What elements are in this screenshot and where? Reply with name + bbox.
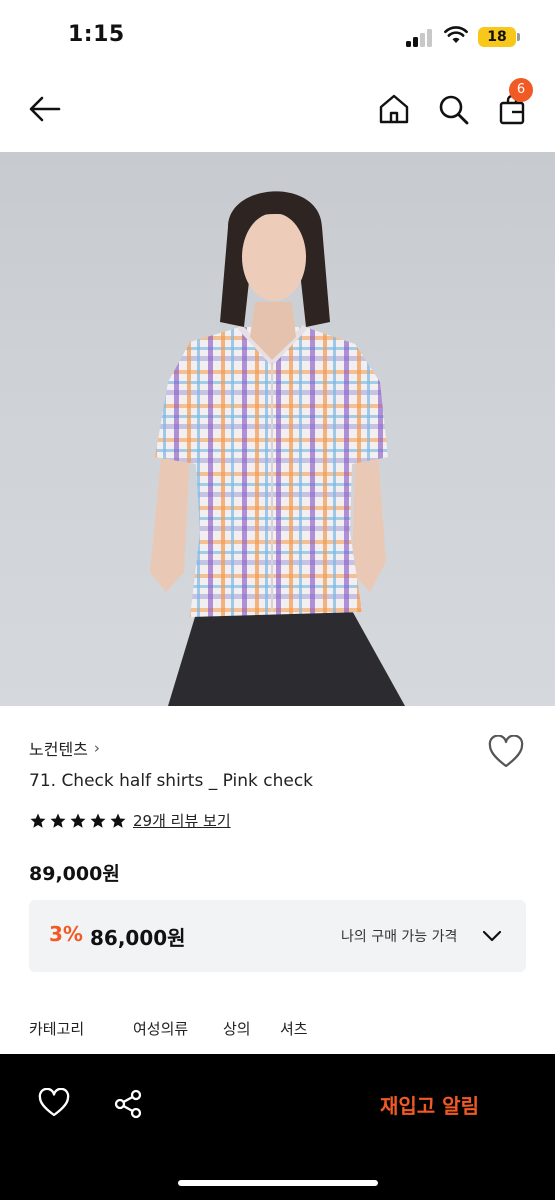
- star-icon: [70, 813, 86, 828]
- cart-count-badge: 6: [509, 78, 533, 102]
- product-image[interactable]: [0, 152, 555, 706]
- bottom-action-bar: 재입고 알림: [0, 1054, 555, 1200]
- purchase-price-label: 나의 구매 가능 가격: [341, 929, 458, 945]
- cellular-signal-icon: [406, 29, 434, 47]
- discount-rate: 3%: [49, 922, 83, 946]
- status-bar: 1:15 18: [0, 0, 555, 72]
- category-item[interactable]: 상의: [223, 1018, 251, 1039]
- brand-link[interactable]: 노컨텐츠 ›: [29, 736, 100, 760]
- purchase-price: 86,000원: [90, 926, 186, 950]
- top-nav: [0, 72, 555, 152]
- wifi-icon: [444, 26, 468, 43]
- battery-level: 18: [478, 27, 516, 47]
- brand-name: 노컨텐츠: [29, 740, 88, 759]
- star-icon: [90, 813, 106, 828]
- category-item[interactable]: 셔츠: [280, 1018, 308, 1039]
- rating-row: 29개 리뷰 보기: [29, 810, 231, 831]
- model-photo: [150, 191, 405, 706]
- wishlist-heart-icon[interactable]: [488, 735, 524, 769]
- home-indicator: [178, 1180, 378, 1186]
- product-title: 71. Check half shirts _ Pink check: [29, 771, 314, 791]
- share-icon[interactable]: [112, 1088, 144, 1120]
- review-link[interactable]: 29개 리뷰 보기: [133, 810, 231, 831]
- chevron-down-icon[interactable]: [481, 925, 503, 947]
- heart-icon[interactable]: [38, 1088, 70, 1118]
- status-time: 1:15: [68, 22, 125, 47]
- star-icon: [50, 813, 66, 828]
- purchase-price-box[interactable]: 3% 86,000원 나의 구매 가능 가격: [29, 900, 526, 972]
- restock-alert-button[interactable]: 재입고 알림: [380, 1090, 479, 1119]
- category-label: 카테고리: [29, 1020, 85, 1038]
- category-item[interactable]: 여성의류: [133, 1018, 188, 1039]
- battery-tip: [517, 33, 520, 41]
- star-icon: [30, 813, 46, 828]
- original-price: 89,000원: [29, 863, 120, 885]
- home-icon[interactable]: [377, 92, 411, 126]
- chevron-right-icon: ›: [93, 739, 100, 757]
- back-arrow-icon[interactable]: [28, 92, 62, 126]
- star-icon: [110, 813, 126, 828]
- rating-stars: [29, 812, 127, 830]
- search-icon[interactable]: [436, 92, 470, 126]
